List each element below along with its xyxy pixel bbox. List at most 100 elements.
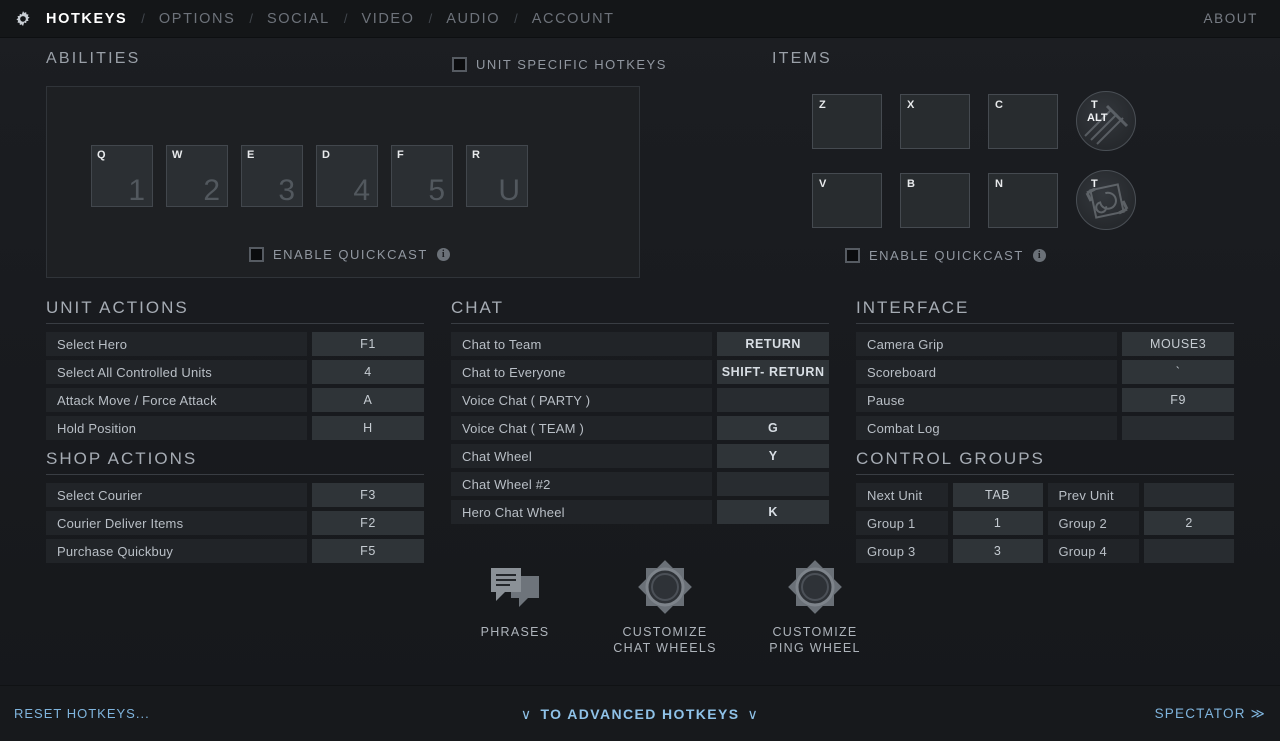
control-groups-rows: Next UnitTABPrev UnitGroup 11Group 22Gro… xyxy=(856,483,1234,563)
binding-key-button[interactable]: ` xyxy=(1122,360,1234,384)
nav-tab-options[interactable]: OPTIONS xyxy=(159,11,235,27)
binding-key-button[interactable] xyxy=(717,472,829,496)
unit-specific-hotkeys-checkbox[interactable] xyxy=(452,57,467,72)
control-group-row: Group 33Group 4 xyxy=(856,539,1234,563)
binding-key-button[interactable]: MOUSE3 xyxy=(1122,332,1234,356)
binding-row: Chat WheelY xyxy=(451,444,829,468)
unit-specific-hotkeys-toggle[interactable]: UNIT SPECIFIC HOTKEYS xyxy=(452,57,667,72)
nav-separator: / xyxy=(330,11,362,26)
binding-label: Attack Move / Force Attack xyxy=(46,388,307,412)
item-slot-tp[interactable]: T xyxy=(1076,170,1136,230)
divider xyxy=(46,323,424,324)
item-slot-modifier: ALT xyxy=(1087,112,1108,124)
item-slot-key: X xyxy=(907,99,914,111)
binding-row: Chat to EveryoneSHIFT- RETURN xyxy=(451,360,829,384)
binding-label: Group 3 xyxy=(856,539,948,563)
nav-separator: / xyxy=(127,11,159,26)
item-slot-3[interactable]: C xyxy=(988,94,1058,149)
nav-tab-audio[interactable]: AUDIO xyxy=(446,11,500,27)
binding-key-button[interactable] xyxy=(717,388,829,412)
chevron-down-icon: ∨ xyxy=(740,706,768,722)
binding-key-button[interactable]: 3 xyxy=(953,539,1043,563)
binding-label: Group 4 xyxy=(1048,539,1140,563)
binding-key-button[interactable]: 4 xyxy=(312,360,424,384)
binding-row: Camera GripMOUSE3 xyxy=(856,332,1234,356)
ability-slot-6[interactable]: RU xyxy=(466,145,528,207)
binding-key-button[interactable] xyxy=(1122,416,1234,440)
item-slot-key: T xyxy=(1091,179,1098,190)
binding-label: Next Unit xyxy=(856,483,948,507)
wheel-button-customize-chat-wheels[interactable]: CUSTOMIZECHAT WHEELS xyxy=(612,556,718,656)
binding-key-button[interactable]: F5 xyxy=(312,539,424,563)
item-slot-2[interactable]: X xyxy=(900,94,970,149)
ability-slot-number: 1 xyxy=(128,174,145,208)
binding-key-button[interactable]: F2 xyxy=(312,511,424,535)
settings-gear-button[interactable] xyxy=(0,9,46,29)
binding-key-button[interactable]: TAB xyxy=(953,483,1043,507)
binding-key-button[interactable]: RETURN xyxy=(717,332,829,356)
binding-key-button[interactable]: H xyxy=(312,416,424,440)
binding-key-button[interactable]: SHIFT- RETURN xyxy=(717,360,829,384)
item-slot-tp-alt[interactable]: TALT xyxy=(1076,91,1136,151)
info-icon[interactable]: i xyxy=(1033,249,1046,262)
binding-key-button[interactable]: F1 xyxy=(312,332,424,356)
binding-key-button[interactable]: 2 xyxy=(1144,511,1234,535)
nav-tab-account[interactable]: ACCOUNT xyxy=(532,11,615,27)
ability-slot-key: F xyxy=(397,149,404,161)
item-slot-5[interactable]: B xyxy=(900,173,970,228)
ability-slot-number: 5 xyxy=(428,174,445,208)
info-icon[interactable]: i xyxy=(437,248,450,261)
binding-label: Hero Chat Wheel xyxy=(451,500,712,524)
ability-slot-number: U xyxy=(498,174,520,208)
binding-label: Scoreboard xyxy=(856,360,1117,384)
shop-actions-title: SHOP ACTIONS xyxy=(46,449,424,474)
wheel-button-phrases[interactable]: PHRASES xyxy=(462,556,568,656)
binding-label: Camera Grip xyxy=(856,332,1117,356)
binding-key-button[interactable]: 1 xyxy=(953,511,1043,535)
spectator-button[interactable]: SPECTATOR≫ xyxy=(1155,706,1266,722)
binding-key-button[interactable]: F9 xyxy=(1122,388,1234,412)
to-advanced-hotkeys-button[interactable]: ∨TO ADVANCED HOTKEYS∨ xyxy=(0,706,1280,723)
ability-slot-3[interactable]: E3 xyxy=(241,145,303,207)
abilities-panel: Q1W2E3D4F5RU ENABLE QUICKCAST i xyxy=(46,86,640,278)
binding-label: Prev Unit xyxy=(1048,483,1140,507)
ability-slot-1[interactable]: Q1 xyxy=(91,145,153,207)
item-row: Z X C TALT xyxy=(812,91,1136,151)
binding-key-button[interactable] xyxy=(1144,483,1234,507)
binding-row: Combat Log xyxy=(856,416,1234,440)
binding-row: PauseF9 xyxy=(856,388,1234,412)
nav-tab-video[interactable]: VIDEO xyxy=(361,11,414,27)
chat-rows: Chat to TeamRETURNChat to EveryoneSHIFT-… xyxy=(451,332,829,524)
ability-key-slots: Q1W2E3D4F5RU xyxy=(91,145,528,207)
unit-specific-hotkeys-label: UNIT SPECIFIC HOTKEYS xyxy=(476,57,667,72)
item-slot-6[interactable]: N xyxy=(988,173,1058,228)
ability-slot-2[interactable]: W2 xyxy=(166,145,228,207)
interface-column: INTERFACE Camera GripMOUSE3Scoreboard`Pa… xyxy=(856,298,1234,567)
binding-label: Voice Chat ( PARTY ) xyxy=(451,388,712,412)
item-slot-1[interactable]: Z xyxy=(812,94,882,149)
binding-key-button[interactable]: F3 xyxy=(312,483,424,507)
ability-slot-4[interactable]: D4 xyxy=(316,145,378,207)
abilities-quickcast-toggle[interactable]: ENABLE QUICKCAST i xyxy=(249,247,450,262)
abilities-title: ABILITIES xyxy=(46,50,141,68)
binding-key-button[interactable]: A xyxy=(312,388,424,412)
binding-key-button[interactable] xyxy=(1144,539,1234,563)
nav-tab-social[interactable]: SOCIAL xyxy=(267,11,330,27)
item-slot-key: V xyxy=(819,178,826,190)
binding-key-button[interactable]: G xyxy=(717,416,829,440)
binding-key-button[interactable]: Y xyxy=(717,444,829,468)
item-slot-4[interactable]: V xyxy=(812,173,882,228)
ability-slot-5[interactable]: F5 xyxy=(391,145,453,207)
ability-slot-number: 4 xyxy=(353,174,370,208)
binding-key-button[interactable]: K xyxy=(717,500,829,524)
binding-label: Group 2 xyxy=(1048,511,1140,535)
items-quickcast-toggle[interactable]: ENABLE QUICKCAST i xyxy=(845,248,1046,263)
about-link[interactable]: ABOUT xyxy=(1203,11,1258,26)
binding-label: Group 1 xyxy=(856,511,948,535)
abilities-quickcast-checkbox[interactable] xyxy=(249,247,264,262)
items-quickcast-checkbox[interactable] xyxy=(845,248,860,263)
wheel-button-customize-ping-wheel[interactable]: CUSTOMIZEPING WHEEL xyxy=(762,556,868,656)
nav-tab-hotkeys[interactable]: HOTKEYS xyxy=(46,11,127,27)
ability-slot-number: 2 xyxy=(203,174,220,208)
binding-row: Select CourierF3 xyxy=(46,483,424,507)
